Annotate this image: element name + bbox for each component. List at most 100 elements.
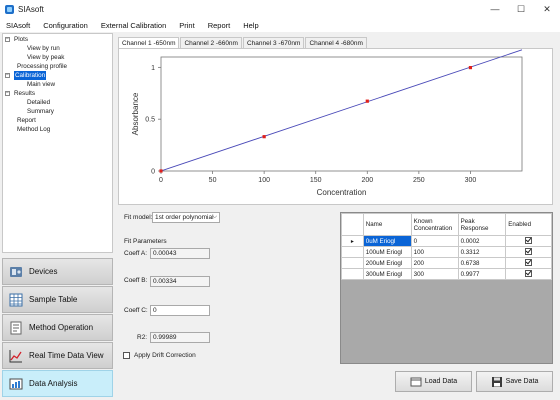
menu-siasoft[interactable]: SIAsoft xyxy=(6,21,30,30)
enabled-checkbox[interactable] xyxy=(525,237,533,245)
coeff-b-label: Coeff B: xyxy=(124,277,148,284)
real-time-chart-icon xyxy=(9,349,23,363)
load-data-icon xyxy=(410,376,422,388)
nav-method-operation-button[interactable]: Method Operation xyxy=(2,314,113,341)
menu-report[interactable]: Report xyxy=(208,21,231,30)
save-data-button[interactable]: Save Data xyxy=(476,371,553,392)
cell-name[interactable]: 300uM Eriogl xyxy=(362,268,412,280)
tree-collapse-icon[interactable]: − xyxy=(5,73,10,78)
cell-enabled[interactable] xyxy=(505,246,552,258)
app-logo-icon xyxy=(5,4,14,14)
menu-bar: SIAsoft Configuration External Calibrati… xyxy=(0,18,560,32)
column-header-enabled[interactable]: Enabled xyxy=(505,213,552,236)
nav-devices-button[interactable]: Devices xyxy=(2,258,113,285)
load-data-button[interactable]: Load Data xyxy=(395,371,472,392)
cell-enabled[interactable] xyxy=(505,257,552,269)
cell-known-concentration[interactable]: 100 xyxy=(410,246,459,258)
tree-item-label: Calibration xyxy=(14,71,47,80)
maximize-button[interactable]: ☐ xyxy=(508,0,534,18)
table-row[interactable]: ▸ 0uM Eriogl 0 0.0002 xyxy=(341,235,552,247)
tree-item-results[interactable]: − Results xyxy=(3,89,112,98)
enabled-checkbox[interactable] xyxy=(525,248,533,256)
column-header-name[interactable]: Name xyxy=(362,213,412,236)
row-header xyxy=(341,246,364,258)
row-header xyxy=(341,257,364,269)
cell-known-concentration[interactable]: 300 xyxy=(410,268,459,280)
cell-known-concentration[interactable]: 200 xyxy=(410,257,459,269)
nav-sample-table-button[interactable]: Sample Table xyxy=(2,286,113,313)
tree-item-view-by-run[interactable]: View by run xyxy=(3,44,112,53)
window-controls: — ☐ ✕ xyxy=(482,0,560,18)
table-row[interactable]: 300uM Eriogl 300 0.9977 xyxy=(341,268,552,280)
enabled-checkbox[interactable] xyxy=(525,259,533,267)
column-header-known-concentration[interactable]: Known Concentration xyxy=(410,213,459,236)
cell-name[interactable]: 200uM Eriogl xyxy=(362,257,412,269)
enabled-checkbox[interactable] xyxy=(525,270,533,278)
y-tick-label: 0 xyxy=(151,169,155,176)
tree-item-report[interactable]: Report xyxy=(3,116,112,125)
tab-channel-3[interactable]: Channel 3 -670nm xyxy=(242,37,305,48)
window-title: SIAsoft xyxy=(18,4,44,14)
load-data-label: Load Data xyxy=(424,378,458,385)
table-row[interactable]: 100uM Eriogl 100 0.3312 xyxy=(341,246,552,258)
fit-parameters-title: Fit Parameters xyxy=(124,238,167,245)
tree-collapse-icon[interactable]: − xyxy=(5,91,10,96)
x-tick-label: 300 xyxy=(465,177,477,184)
cell-enabled[interactable] xyxy=(505,268,552,280)
tree-item-label: View by peak xyxy=(27,54,65,61)
tab-channel-4[interactable]: Channel 4 -680nm xyxy=(305,37,367,48)
x-tick-label: 100 xyxy=(258,177,270,184)
tree-item-calibration[interactable]: − Calibration xyxy=(3,71,112,80)
y-axis-label: Absorbance xyxy=(131,92,140,135)
tree-item-method-log[interactable]: Method Log xyxy=(3,125,112,134)
drift-correction-checkbox[interactable] xyxy=(123,352,130,359)
nav-data-analysis-button[interactable]: Data Analysis xyxy=(2,370,113,397)
tab-channel-2[interactable]: Channel 2 -660nm xyxy=(180,37,242,48)
tree-item-processing-profile[interactable]: Processing profile xyxy=(3,62,112,71)
close-button[interactable]: ✕ xyxy=(534,0,560,18)
menu-external-calibration[interactable]: External Calibration xyxy=(101,21,166,30)
channel-tabs: Channel 1 -650nm Channel 2 -660nm Channe… xyxy=(118,37,368,49)
tree-item-plots[interactable]: − Plots xyxy=(3,35,112,44)
minimize-button[interactable]: — xyxy=(482,0,508,18)
tree-item-detailed[interactable]: Detailed xyxy=(3,98,112,107)
tree-item-view-by-peak[interactable]: View by peak xyxy=(3,53,112,62)
cell-peak-response[interactable]: 0.3312 xyxy=(457,246,507,258)
cell-peak-response[interactable]: 0.0002 xyxy=(457,235,507,247)
nav-devices-label: Devices xyxy=(29,267,58,276)
cell-name[interactable]: 100uM Eriogl xyxy=(362,246,412,258)
nav-sample-table-label: Sample Table xyxy=(29,295,78,304)
cell-name[interactable]: 0uM Eriogl xyxy=(362,235,412,247)
tree-item-main-view[interactable]: Main view xyxy=(3,80,112,89)
x-tick-label: 150 xyxy=(310,177,322,184)
calibration-chart-panel: 0 50 100 150 200 250 300 0 0.5 1 Concentration Abso… xyxy=(118,48,553,205)
cell-peak-response[interactable]: 0.6738 xyxy=(457,257,507,269)
tree-collapse-icon[interactable]: − xyxy=(5,37,10,42)
method-operation-icon xyxy=(9,321,23,335)
menu-help[interactable]: Help xyxy=(243,21,258,30)
nav-real-time-data-view-button[interactable]: Real Time Data View xyxy=(2,342,113,369)
x-axis-label: Concentration xyxy=(317,188,367,197)
title-bar: SIAsoft — ☐ ✕ xyxy=(0,0,560,18)
row-header-corner xyxy=(341,213,364,236)
tree-item-label: Results xyxy=(14,90,35,97)
peak-response-header-text: Peak Response xyxy=(460,217,489,232)
table-row[interactable]: 200uM Eriogl 200 0.6738 xyxy=(341,257,552,269)
fit-model-select[interactable]: 1st order polynomial ⌵ xyxy=(152,212,220,223)
column-header-peak-response[interactable]: Peak Response xyxy=(457,213,507,236)
coeff-c-field[interactable]: 0 xyxy=(150,305,210,316)
menu-configuration[interactable]: Configuration xyxy=(43,21,88,30)
drift-correction-label: Apply Drift Correction xyxy=(134,352,196,359)
tree-item-label: Report xyxy=(17,117,36,124)
fit-model-label: Fit model: xyxy=(124,214,153,221)
tree-item-summary[interactable]: Summary xyxy=(3,107,112,116)
tree-item-label: Main view xyxy=(27,81,55,88)
cell-enabled[interactable] xyxy=(505,235,552,247)
row-header xyxy=(341,268,364,280)
cell-known-concentration[interactable]: 0 xyxy=(410,235,459,247)
coeff-a-label: Coeff A: xyxy=(124,250,148,257)
r2-label: R2: xyxy=(137,334,148,341)
cell-peak-response[interactable]: 0.9977 xyxy=(457,268,507,280)
menu-print[interactable]: Print xyxy=(179,21,194,30)
tree-item-label: Processing profile xyxy=(17,63,68,70)
